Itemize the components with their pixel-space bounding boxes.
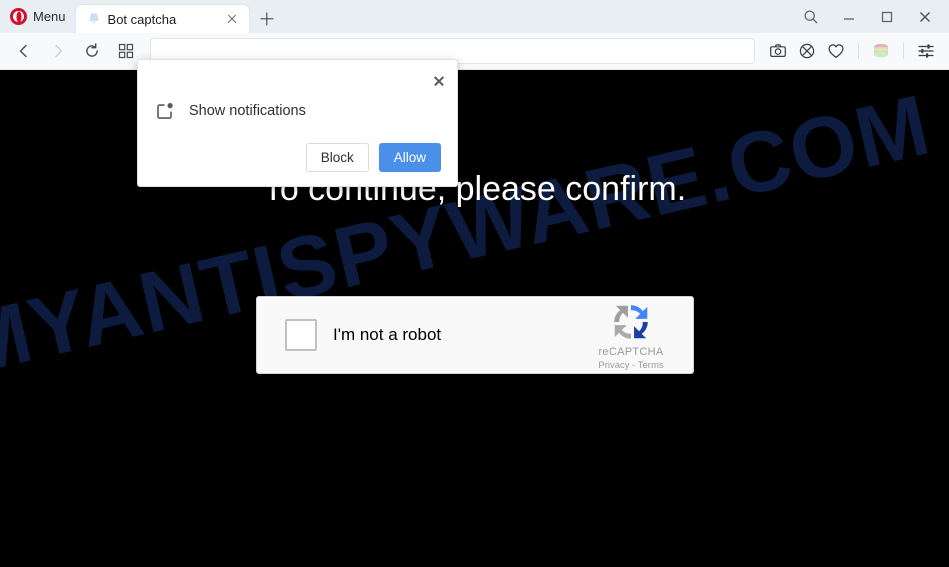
back-arrow-icon[interactable] xyxy=(8,36,40,66)
notification-permission-icon xyxy=(155,101,175,121)
block-button[interactable]: Block xyxy=(305,142,369,172)
navigation-buttons xyxy=(0,36,142,66)
heart-icon[interactable] xyxy=(823,37,849,65)
recaptcha-brand-name: reCAPTCHA xyxy=(598,346,664,358)
new-tab-button[interactable] xyxy=(253,4,281,33)
dialog-close-icon[interactable] xyxy=(429,71,449,91)
bell-favicon-icon xyxy=(87,12,101,26)
stack-icon[interactable] xyxy=(868,37,894,65)
opera-menu-button[interactable]: Menu xyxy=(0,0,75,33)
browser-window: Menu Bot captcha MYANTISPYWARE.COM To co… xyxy=(0,0,949,567)
sliders-icon[interactable] xyxy=(913,37,939,65)
menu-button-label: Menu xyxy=(33,9,66,24)
dialog-body: Show notifications xyxy=(138,60,457,121)
recaptcha-terms-link[interactable]: Privacy - Terms xyxy=(598,360,663,371)
tab-title: Bot captcha xyxy=(107,11,177,27)
dialog-title: Show notifications xyxy=(189,103,306,119)
recaptcha-widget[interactable]: I'm not a robot reCAPTCHA Privacy - Term… xyxy=(256,296,694,374)
recaptcha-logo-icon xyxy=(608,299,654,345)
toolbar-divider-2 xyxy=(903,43,904,59)
window-maximize-icon[interactable] xyxy=(869,2,905,32)
tab-bot-captcha[interactable]: Bot captcha xyxy=(74,4,250,33)
shield-block-icon[interactable] xyxy=(794,37,820,65)
recaptcha-checkbox[interactable] xyxy=(285,319,317,351)
recaptcha-label: I'm not a robot xyxy=(333,325,442,344)
notification-permission-dialog: Show notifications Block Allow xyxy=(137,59,458,187)
toolbar-right-icons xyxy=(765,37,949,65)
forward-arrow-icon xyxy=(42,36,74,66)
opera-logo-icon xyxy=(10,8,27,25)
tab-strip: Bot captcha xyxy=(74,0,281,33)
window-close-icon[interactable] xyxy=(907,2,943,32)
window-search-icon[interactable] xyxy=(793,2,829,32)
allow-button[interactable]: Allow xyxy=(378,142,441,172)
tab-bar: Menu Bot captcha xyxy=(0,0,949,33)
dialog-actions: Block Allow xyxy=(305,142,441,172)
camera-icon[interactable] xyxy=(765,37,791,65)
window-minimize-icon[interactable] xyxy=(831,2,867,32)
recaptcha-branding: reCAPTCHA Privacy - Terms xyxy=(583,299,679,371)
tab-close-icon[interactable] xyxy=(224,11,241,28)
window-controls xyxy=(793,0,949,33)
reload-icon[interactable] xyxy=(76,36,108,66)
toolbar-divider xyxy=(858,43,859,59)
